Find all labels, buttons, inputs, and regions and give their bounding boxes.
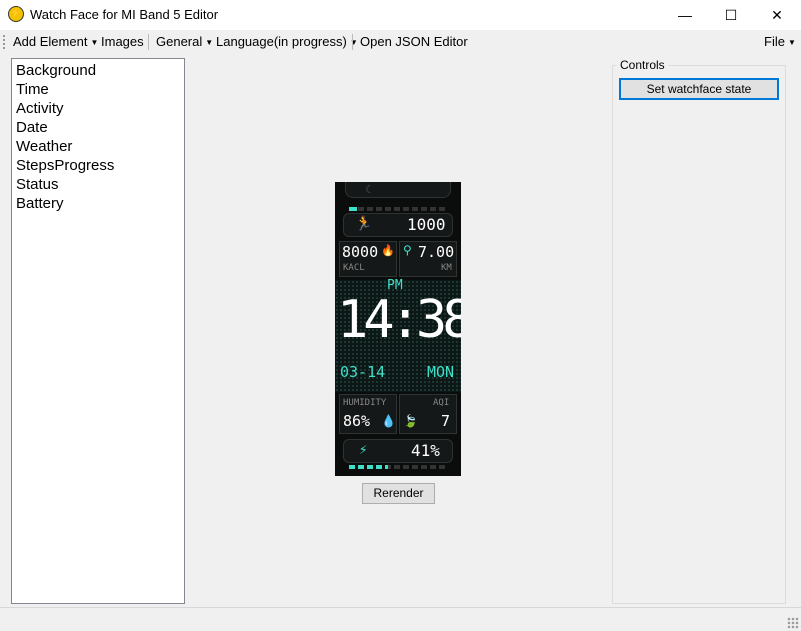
menu-add-element[interactable]: Add Element ▼: [13, 34, 98, 49]
menu-general-label: General: [156, 34, 203, 49]
close-button[interactable]: ✕: [754, 0, 800, 30]
list-item-time[interactable]: Time: [16, 81, 49, 98]
leaf-icon: 🍃: [403, 414, 418, 428]
kcal-value: 8000: [342, 243, 379, 261]
menu-language[interactable]: Language(in progress) ▼: [216, 34, 358, 49]
menu-general[interactable]: General ▼: [156, 34, 213, 49]
menu-file[interactable]: File ▼: [764, 34, 796, 49]
maximize-button[interactable]: ☐: [708, 0, 754, 30]
list-item-weather[interactable]: Weather: [16, 138, 72, 155]
menu-file-label: File: [764, 34, 785, 49]
dropdown-arrow-icon: ▼: [205, 38, 214, 47]
menu-separator: [352, 34, 353, 50]
rerender-button[interactable]: Rerender: [362, 483, 435, 504]
steps-icon: 🏃: [355, 216, 373, 232]
menu-bar: Add Element ▼ Images General ▼ Language(in…: [0, 30, 801, 54]
step-progress-track: [349, 207, 447, 211]
battery-progress-fill: [349, 465, 388, 469]
element-list[interactable]: Background Time Activity Date Weather St…: [11, 58, 185, 604]
list-item-battery[interactable]: Battery: [16, 195, 64, 212]
minimize-button[interactable]: —: [662, 0, 708, 30]
set-watchface-state-button[interactable]: Set watchface state: [619, 78, 779, 100]
dropdown-arrow-icon: ▼: [90, 38, 99, 47]
dropdown-arrow-icon: ▼: [787, 38, 796, 47]
menu-add-element-label: Add Element: [13, 34, 88, 49]
status-panel: [345, 182, 451, 198]
battery-value: 41%: [411, 441, 440, 460]
aqi-value: 7: [441, 412, 451, 430]
menu-separator: [148, 34, 149, 50]
distance-value: 7.00: [418, 243, 455, 261]
aqi-label: AQI: [433, 398, 450, 408]
flame-icon: 🔥: [381, 244, 395, 257]
location-pin-icon: ⚲: [403, 243, 412, 257]
weekday-display: MON: [427, 363, 455, 381]
time-display: 14:38: [337, 290, 461, 350]
app-logo-icon: ⚡: [8, 6, 24, 22]
list-item-background[interactable]: Background: [16, 62, 96, 79]
list-item-status[interactable]: Status: [16, 176, 59, 193]
title-bar: ⚡ Watch Face for MI Band 5 Editor — ☐ ✕: [0, 0, 801, 30]
kcal-label: KACL: [343, 263, 365, 273]
menu-language-label: Language(in progress): [216, 34, 347, 49]
window-title: Watch Face for MI Band 5 Editor: [30, 7, 219, 22]
dropdown-arrow-icon: ▼: [349, 38, 358, 47]
controls-label: Controls: [617, 58, 668, 72]
water-drop-icon: 💧: [381, 414, 396, 428]
menu-images[interactable]: Images: [101, 34, 144, 49]
moon-icon: ☾: [365, 183, 372, 196]
step-progress-fill: [349, 207, 357, 211]
menu-open-json-editor[interactable]: Open JSON Editor: [360, 34, 468, 49]
humidity-value: 86%: [343, 412, 371, 430]
watchface-preview: ☾ 🏃 1000 8000 🔥 KACL ⚲ 7.00 KM PM 14:38 …: [335, 182, 461, 476]
resize-grip-icon[interactable]: [787, 617, 799, 629]
list-item-date[interactable]: Date: [16, 119, 48, 136]
status-bar: [0, 607, 801, 631]
list-item-activity[interactable]: Activity: [16, 100, 64, 117]
steps-value: 1000: [407, 215, 446, 234]
list-item-stepsprogress[interactable]: StepsProgress: [16, 157, 114, 174]
controls-group: [612, 65, 786, 604]
lightning-icon: ⚡: [359, 442, 368, 458]
date-display: 03-14: [340, 363, 386, 381]
distance-label: KM: [441, 263, 452, 273]
toolbar-grip[interactable]: [3, 35, 5, 49]
humidity-label: HUMIDITY: [343, 398, 387, 408]
